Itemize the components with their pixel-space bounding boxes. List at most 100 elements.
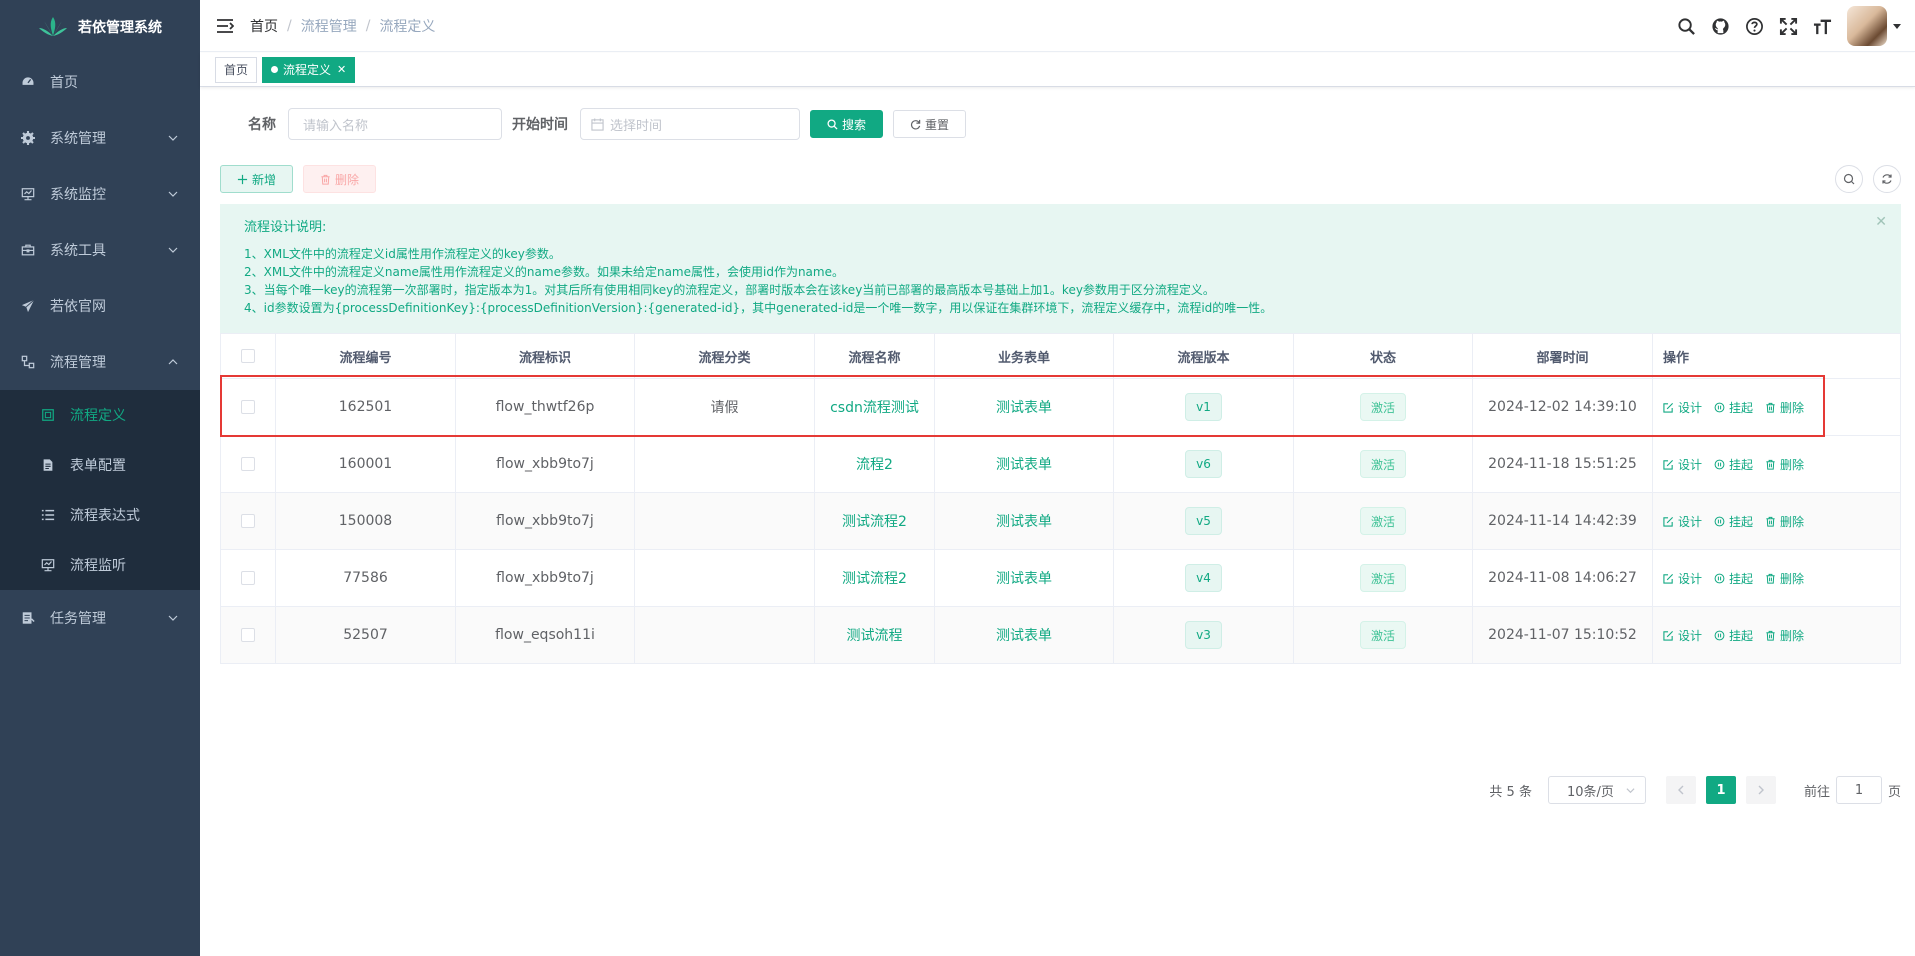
app-title: 若依管理系统 — [78, 20, 162, 36]
sidebar-item-flow-listener[interactable]: 流程监听 — [0, 540, 200, 590]
reset-button[interactable]: 重置 — [893, 110, 966, 138]
refresh-button[interactable] — [1873, 165, 1901, 193]
edit-icon — [1663, 459, 1674, 470]
cell-flow-id: 52507 — [276, 607, 456, 663]
goto-label: 前往 — [1803, 784, 1830, 800]
form-link[interactable]: 测试表单 — [996, 511, 1052, 531]
suspend-button[interactable]: 挂起 — [1714, 399, 1753, 416]
suspend-button[interactable]: 挂起 — [1714, 456, 1753, 473]
page-suffix: 页 — [1887, 784, 1901, 800]
delete-row-button[interactable]: 删除 — [1765, 570, 1804, 587]
prev-page-button[interactable] — [1665, 776, 1696, 804]
font-size-icon[interactable] — [1805, 0, 1839, 52]
alert-line: 4、id参数设置为{processDefinitionKey}:{process… — [244, 301, 1273, 315]
sidebar-item-flow-expression[interactable]: 流程表达式 — [0, 490, 200, 540]
caret-down-icon[interactable] — [1893, 22, 1901, 30]
cell-category — [635, 436, 815, 492]
page-size-select[interactable]: 10条/页 — [1547, 776, 1646, 804]
breadcrumb-current: 流程定义 — [379, 18, 436, 35]
select-all-checkbox[interactable] — [241, 349, 255, 363]
flow-name-link[interactable]: 测试流程 — [847, 625, 903, 645]
chevron-down-icon — [168, 615, 178, 621]
chevron-down-icon — [168, 191, 178, 197]
sidebar-item-flow[interactable]: 流程管理 — [0, 334, 200, 390]
version-tag: v5 — [1185, 507, 1222, 535]
edit-icon — [1663, 630, 1674, 641]
design-button[interactable]: 设计 — [1663, 627, 1702, 644]
sidebar-item-system[interactable]: 系统管理 — [0, 110, 200, 166]
sidebar-item-tools[interactable]: 系统工具 — [0, 222, 200, 278]
row-checkbox[interactable] — [241, 514, 255, 528]
hamburger-button[interactable] — [200, 0, 250, 52]
sidebar-item-monitor[interactable]: 系统监控 — [0, 166, 200, 222]
close-icon[interactable]: ✕ — [1875, 214, 1887, 230]
dashboard-icon — [20, 74, 36, 90]
row-checkbox[interactable] — [241, 400, 255, 414]
flow-name-link[interactable]: 流程2 — [856, 454, 893, 474]
flow-name-link[interactable]: 测试流程2 — [842, 511, 907, 531]
alert-title: 流程设计说明: — [244, 220, 327, 235]
tags-view: 首页 流程定义 ✕ — [200, 53, 1915, 87]
flow-name-link[interactable]: 测试流程2 — [842, 568, 907, 588]
design-button[interactable]: 设计 — [1663, 570, 1702, 587]
search-button[interactable]: 搜索 — [810, 110, 883, 138]
sidebar-item-label: 若依官网 — [50, 299, 106, 315]
flow-name-link[interactable]: csdn流程测试 — [830, 397, 919, 417]
tag-home[interactable]: 首页 — [215, 56, 258, 83]
table-row[interactable]: 160001 flow_xbb9to7j 流程2 测试表单 v6 激活 2024-11-18… — [221, 435, 1900, 492]
row-checkbox[interactable] — [241, 628, 255, 642]
close-icon[interactable]: ✕ — [337, 58, 346, 82]
delete-row-button[interactable]: 删除 — [1765, 513, 1804, 530]
form-link[interactable]: 测试表单 — [996, 625, 1052, 645]
delete-row-button[interactable]: 删除 — [1765, 456, 1804, 473]
row-checkbox[interactable] — [241, 571, 255, 585]
table-row[interactable]: 77586 flow_xbb9to7j 测试流程2 测试表单 v4 激活 2024-11-0… — [221, 549, 1900, 606]
sidebar-item-tasks[interactable]: 任务管理 — [0, 590, 200, 646]
table-row[interactable]: 162501 flow_thwtf26p 请假 csdn流程测试 测试表单 v1 激活 202… — [221, 378, 1900, 435]
breadcrumb-home[interactable]: 首页 — [250, 16, 278, 36]
trash-icon — [1766, 402, 1775, 413]
avatar[interactable] — [1847, 6, 1887, 46]
table-row[interactable]: 150008 flow_xbb9to7j 测试流程2 测试表单 v5 激活 2024-11-… — [221, 492, 1900, 549]
design-button[interactable]: 设计 — [1663, 456, 1702, 473]
op-label: 设计 — [1678, 571, 1703, 586]
delete-row-button[interactable]: 删除 — [1765, 399, 1804, 416]
suspend-button[interactable]: 挂起 — [1714, 513, 1753, 530]
plus-icon — [237, 174, 248, 184]
toggle-search-button[interactable] — [1835, 165, 1863, 193]
delete-row-button[interactable]: 删除 — [1765, 627, 1804, 644]
sidebar-item-flow-definition[interactable]: 流程定义 — [0, 390, 200, 440]
form-link[interactable]: 测试表单 — [996, 568, 1052, 588]
pause-circle-icon — [1714, 516, 1725, 526]
logo[interactable]: 若依管理系统 — [0, 0, 200, 54]
add-button-label: 新增 — [251, 172, 276, 187]
suspend-button[interactable]: 挂起 — [1714, 627, 1753, 644]
sidebar-item-form-config[interactable]: 表单配置 — [0, 440, 200, 490]
search-icon[interactable] — [1669, 0, 1703, 52]
column-header: 流程分类 — [635, 334, 815, 378]
column-header: 流程编号 — [276, 334, 456, 378]
sidebar-item-home[interactable]: 首页 — [0, 54, 200, 110]
sidebar-item-website[interactable]: 若依官网 — [0, 278, 200, 334]
design-button[interactable]: 设计 — [1663, 513, 1702, 530]
form-link[interactable]: 测试表单 — [996, 397, 1052, 417]
row-checkbox[interactable] — [241, 457, 255, 471]
table-row[interactable]: 52507 flow_eqsoh11i 测试流程 测试表单 v3 激活 2024-11-07… — [221, 606, 1900, 663]
goto-page-input[interactable]: 1 — [1835, 776, 1882, 804]
next-page-button[interactable] — [1745, 776, 1776, 804]
op-label: 删除 — [1780, 571, 1805, 586]
chevron-left-icon — [1677, 785, 1684, 795]
add-button[interactable]: 新增 — [220, 165, 293, 193]
help-icon[interactable] — [1737, 0, 1771, 52]
fullscreen-icon[interactable] — [1771, 0, 1805, 52]
trash-icon — [1766, 516, 1775, 527]
suspend-button[interactable]: 挂起 — [1714, 570, 1753, 587]
start-time-picker[interactable]: 选择时间 — [580, 108, 800, 140]
delete-button[interactable]: 删除 — [303, 165, 376, 193]
page-number-button[interactable]: 1 — [1705, 776, 1736, 804]
github-icon[interactable] — [1703, 0, 1737, 52]
name-input[interactable]: 请输入名称 — [288, 108, 502, 140]
design-button[interactable]: 设计 — [1663, 399, 1702, 416]
tag-flow-definition[interactable]: 流程定义 ✕ — [262, 56, 356, 83]
form-link[interactable]: 测试表单 — [996, 454, 1052, 474]
